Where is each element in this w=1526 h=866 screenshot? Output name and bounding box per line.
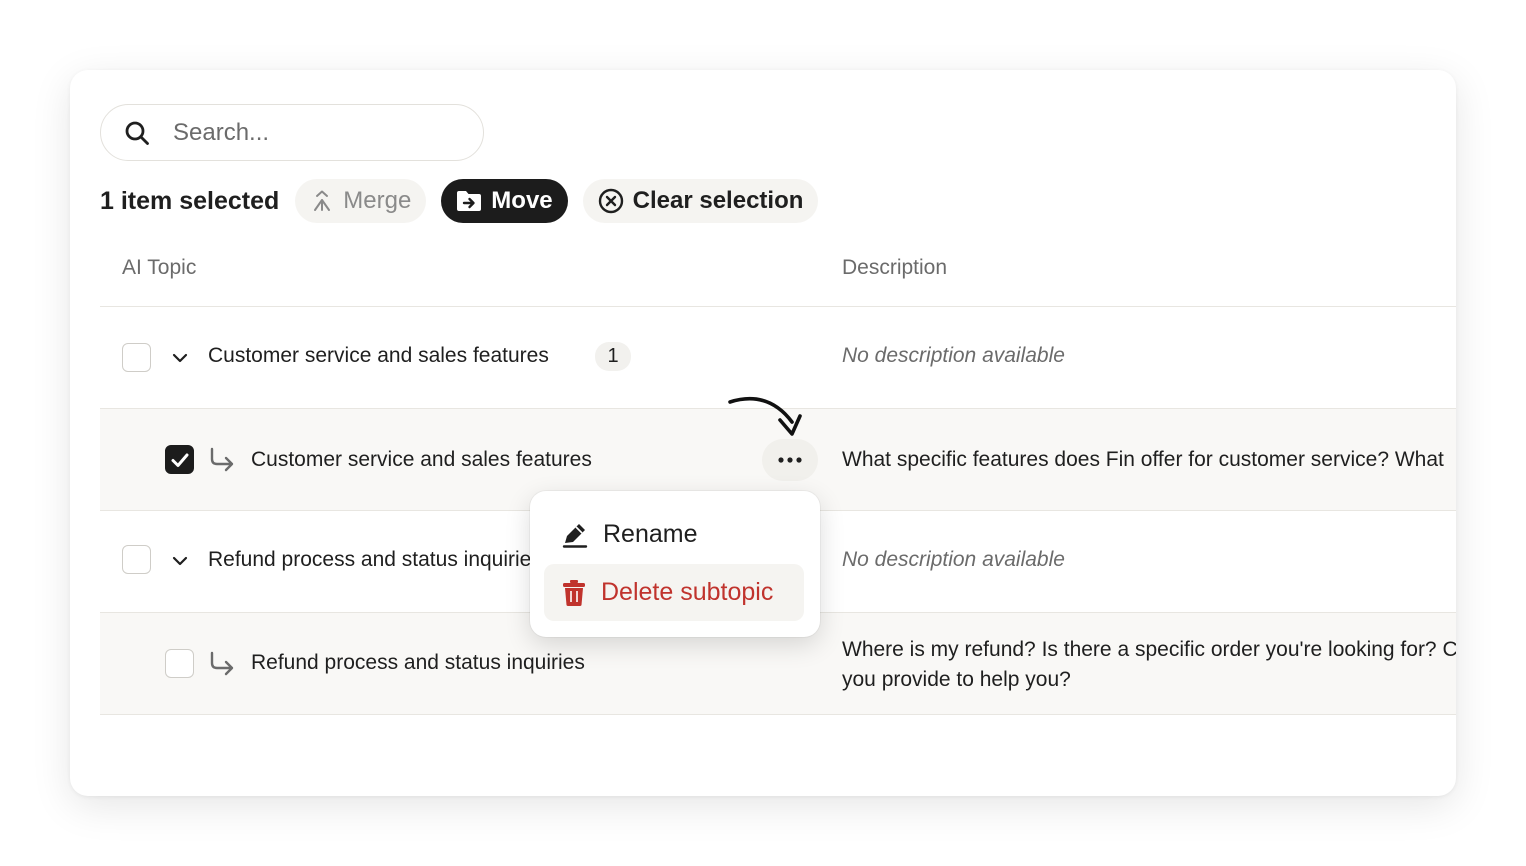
move-label: Move: [491, 187, 553, 214]
clear-selection-button[interactable]: Clear selection: [582, 179, 819, 223]
delete-subtopic-menu-item[interactable]: Delete subtopic: [544, 564, 804, 621]
row-checkbox-checked[interactable]: [165, 445, 194, 474]
merge-button[interactable]: Merge: [295, 179, 427, 223]
clear-selection-label: Clear selection: [632, 187, 804, 214]
more-actions-button[interactable]: [762, 439, 818, 481]
trash-icon: [561, 579, 587, 607]
search-box[interactable]: [100, 104, 484, 161]
move-button[interactable]: Move: [441, 179, 568, 223]
row-checkbox[interactable]: [122, 343, 151, 372]
subtopic-description: What specific features does Fin offer fo…: [842, 448, 1444, 471]
delete-subtopic-label: Delete subtopic: [601, 578, 774, 606]
checkmark-icon: [171, 453, 188, 467]
rename-label: Rename: [603, 520, 698, 548]
subtopic-label[interactable]: Refund process and status inquiries: [251, 651, 585, 675]
pencil-icon: [561, 521, 589, 549]
topic-label[interactable]: Refund process and status inquiries: [208, 548, 542, 572]
chevron-down-icon[interactable]: [170, 348, 190, 368]
selected-count: 1 item selected: [100, 186, 280, 215]
row-actions-menu: Rename Delete subtopic: [530, 491, 820, 637]
rename-menu-item[interactable]: Rename: [544, 506, 804, 563]
topic-description: No description available: [842, 344, 1065, 367]
merge-label: Merge: [343, 187, 412, 214]
subtopic-arrow-icon: [208, 650, 236, 678]
selection-toolbar: 1 item selected Merge Move Clear selecti…: [100, 179, 833, 223]
circle-x-icon: [598, 188, 624, 214]
column-header-description: Description: [842, 256, 948, 279]
topic-label[interactable]: Customer service and sales features: [208, 344, 549, 368]
subtopic-arrow-icon: [208, 446, 236, 474]
column-header-ai-topic: AI Topic: [122, 256, 197, 279]
annotation-arrow-icon: [728, 397, 802, 436]
merge-icon: [310, 189, 334, 213]
table-header: AI Topic Description: [100, 236, 1456, 307]
subtopic-count-badge: 1: [595, 342, 631, 371]
topic-description: No description available: [842, 548, 1065, 571]
row-checkbox[interactable]: [122, 545, 151, 574]
search-input[interactable]: [173, 118, 453, 147]
folder-move-icon: [456, 190, 482, 212]
search-icon: [123, 119, 151, 147]
chevron-down-icon[interactable]: [170, 551, 190, 571]
subtopic-label[interactable]: Customer service and sales features: [251, 448, 592, 472]
row-checkbox[interactable]: [165, 649, 194, 678]
subtopic-description: Where is my refund? Is there a specific …: [842, 638, 1456, 691]
ellipsis-icon: [778, 457, 802, 463]
